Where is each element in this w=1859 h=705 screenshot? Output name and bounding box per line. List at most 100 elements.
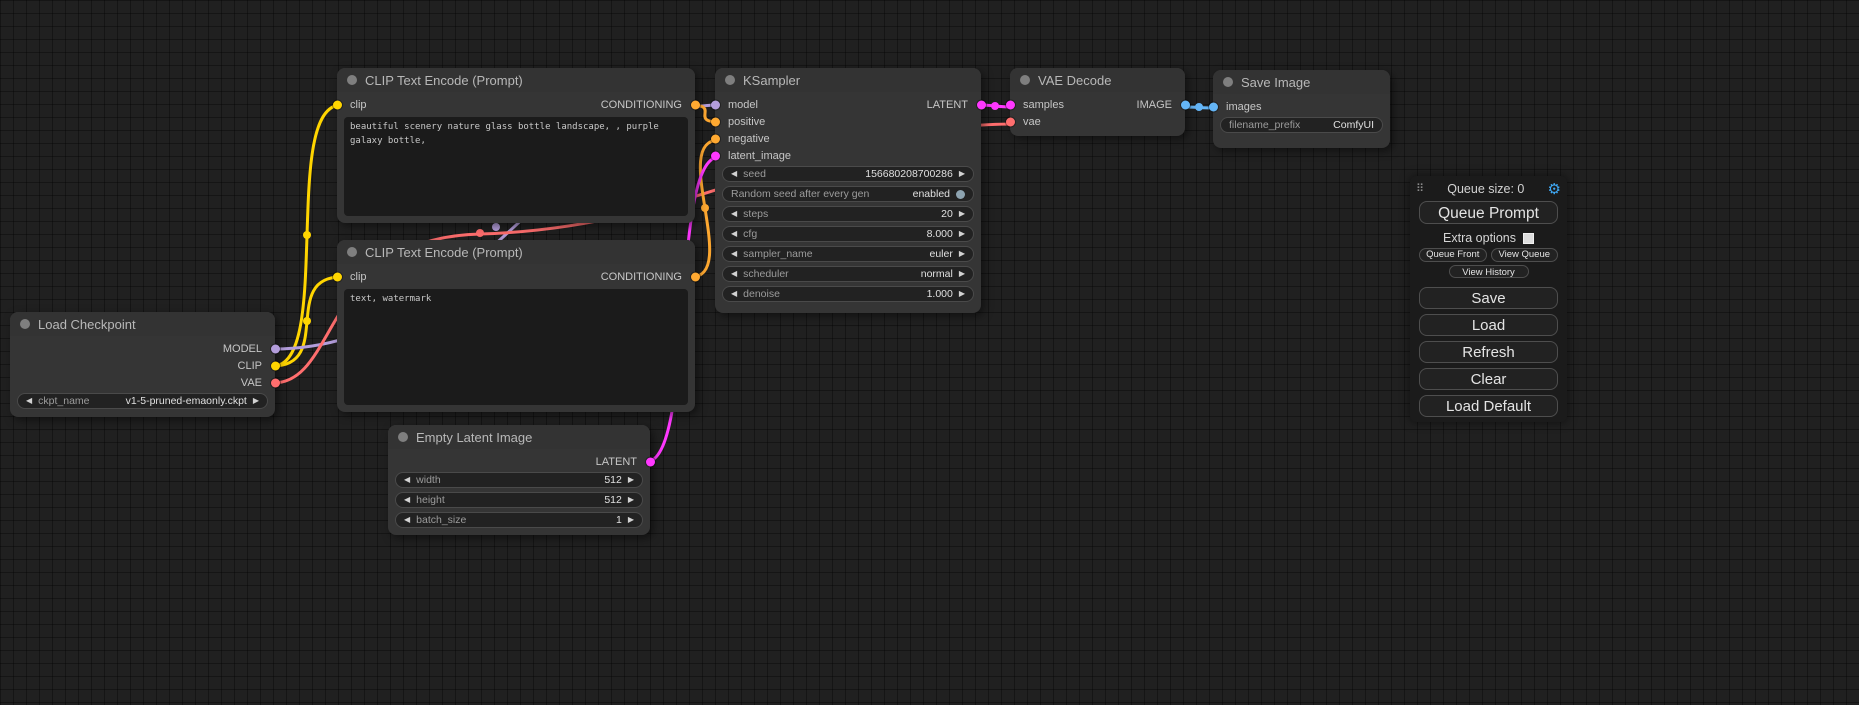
increment-arrow-icon[interactable]: ▶ <box>959 230 965 238</box>
increment-arrow-icon[interactable]: ▶ <box>959 290 965 298</box>
decrement-arrow-icon[interactable]: ◀ <box>731 170 737 178</box>
input-slot-clip[interactable] <box>333 100 342 109</box>
widget-filename-prefix[interactable]: filename_prefix ComfyUI <box>1220 117 1383 133</box>
input-slot-vae[interactable] <box>1006 117 1015 126</box>
output-label-conditioning: CONDITIONING <box>601 271 682 283</box>
node-title: Save Image <box>1241 75 1310 90</box>
increment-arrow-icon[interactable]: ▶ <box>959 270 965 278</box>
node-header[interactable]: Save Image <box>1213 70 1390 94</box>
load-button[interactable]: Load <box>1419 314 1558 336</box>
decrement-arrow-icon[interactable]: ◀ <box>26 397 32 405</box>
slot-row: model LATENT <box>715 96 981 113</box>
widget-steps[interactable]: ◀ steps 20 ▶ <box>722 206 974 222</box>
view-queue-button[interactable]: View Queue <box>1491 248 1559 262</box>
collapse-dot-icon[interactable] <box>1223 77 1233 87</box>
increment-arrow-icon[interactable]: ▶ <box>959 250 965 258</box>
extra-options-checkbox[interactable] <box>1523 233 1534 244</box>
decrement-arrow-icon[interactable]: ◀ <box>731 270 737 278</box>
clear-button[interactable]: Clear <box>1419 368 1558 390</box>
decrement-arrow-icon[interactable]: ◀ <box>404 516 410 524</box>
widget-sampler-name[interactable]: ◀ sampler_name euler ▶ <box>722 246 974 262</box>
output-slot-latent[interactable] <box>977 100 986 109</box>
node-clip-text-encode-positive[interactable]: CLIP Text Encode (Prompt) clip CONDITION… <box>337 68 695 223</box>
input-slot-samples[interactable] <box>1006 100 1015 109</box>
collapse-dot-icon[interactable] <box>20 319 30 329</box>
node-graph-canvas[interactable]: Load Checkpoint MODEL CLIP VAE ◀ ckpt_na… <box>0 0 1859 705</box>
toggle-dot-icon[interactable] <box>956 190 965 199</box>
drag-handle-icon[interactable]: ⠿ <box>1416 184 1424 195</box>
output-slot-conditioning[interactable] <box>691 272 700 281</box>
load-default-button[interactable]: Load Default <box>1419 395 1558 417</box>
refresh-button[interactable]: Refresh <box>1419 341 1558 363</box>
collapse-dot-icon[interactable] <box>347 247 357 257</box>
increment-arrow-icon[interactable]: ▶ <box>959 170 965 178</box>
widget-label: filename_prefix <box>1229 119 1300 131</box>
queue-prompt-button[interactable]: Queue Prompt <box>1419 201 1558 224</box>
widget-scheduler[interactable]: ◀ scheduler normal ▶ <box>722 266 974 282</box>
input-slot-positive[interactable] <box>711 117 720 126</box>
collapse-dot-icon[interactable] <box>398 432 408 442</box>
node-header[interactable]: CLIP Text Encode (Prompt) <box>337 240 695 264</box>
node-clip-text-encode-negative[interactable]: CLIP Text Encode (Prompt) clip CONDITION… <box>337 240 695 412</box>
widget-height[interactable]: ◀ height 512 ▶ <box>395 492 643 508</box>
link-midpoint-dot <box>1195 103 1203 111</box>
node-vae-decode[interactable]: VAE Decode samples IMAGE vae <box>1010 68 1185 136</box>
collapse-dot-icon[interactable] <box>1020 75 1030 85</box>
input-label-samples: samples <box>1023 99 1064 111</box>
node-title: Load Checkpoint <box>38 317 136 332</box>
node-header[interactable]: CLIP Text Encode (Prompt) <box>337 68 695 92</box>
output-slot-clip[interactable] <box>271 361 280 370</box>
extra-options-label: Extra options <box>1443 231 1516 245</box>
decrement-arrow-icon[interactable]: ◀ <box>731 250 737 258</box>
save-button[interactable]: Save <box>1419 287 1558 309</box>
node-empty-latent-image[interactable]: Empty Latent Image LATENT ◀ width 512 ▶ … <box>388 425 650 535</box>
widget-denoise[interactable]: ◀ denoise 1.000 ▶ <box>722 286 974 302</box>
node-save-image[interactable]: Save Image images filename_prefix ComfyU… <box>1213 70 1390 148</box>
input-slot-negative[interactable] <box>711 134 720 143</box>
widget-cfg[interactable]: ◀ cfg 8.000 ▶ <box>722 226 974 242</box>
input-label-images: images <box>1226 101 1261 113</box>
node-header[interactable]: KSampler <box>715 68 981 92</box>
output-slot-latent[interactable] <box>646 457 655 466</box>
node-load-checkpoint[interactable]: Load Checkpoint MODEL CLIP VAE ◀ ckpt_na… <box>10 312 275 417</box>
input-label-clip: clip <box>350 99 367 111</box>
input-slot-model[interactable] <box>711 100 720 109</box>
output-slot-model[interactable] <box>271 344 280 353</box>
output-slot-conditioning[interactable] <box>691 100 700 109</box>
output-label-clip: CLIP <box>238 360 262 372</box>
node-header[interactable]: VAE Decode <box>1010 68 1185 92</box>
decrement-arrow-icon[interactable]: ◀ <box>731 210 737 218</box>
widget-seed[interactable]: ◀ seed 156680208700286 ▶ <box>722 166 974 182</box>
prompt-textarea[interactable]: text, watermark <box>344 289 688 405</box>
decrement-arrow-icon[interactable]: ◀ <box>404 496 410 504</box>
increment-arrow-icon[interactable]: ▶ <box>628 516 634 524</box>
decrement-arrow-icon[interactable]: ◀ <box>731 290 737 298</box>
collapse-dot-icon[interactable] <box>347 75 357 85</box>
increment-arrow-icon[interactable]: ▶ <box>628 496 634 504</box>
input-slot-latent-image[interactable] <box>711 151 720 160</box>
widget-ckpt-name[interactable]: ◀ ckpt_name v1-5-pruned-emaonly.ckpt ▶ <box>17 393 268 409</box>
node-header[interactable]: Load Checkpoint <box>10 312 275 336</box>
node-ksampler[interactable]: KSampler model LATENT positive negative … <box>715 68 981 313</box>
view-history-button[interactable]: View History <box>1449 265 1529 278</box>
input-slot-images[interactable] <box>1209 102 1218 111</box>
decrement-arrow-icon[interactable]: ◀ <box>731 230 737 238</box>
input-label-vae: vae <box>1023 116 1041 128</box>
collapse-dot-icon[interactable] <box>725 75 735 85</box>
node-header[interactable]: Empty Latent Image <box>388 425 650 449</box>
widget-width[interactable]: ◀ width 512 ▶ <box>395 472 643 488</box>
output-slot-image[interactable] <box>1181 100 1190 109</box>
input-label-model: model <box>728 99 758 111</box>
increment-arrow-icon[interactable]: ▶ <box>959 210 965 218</box>
output-slot-vae[interactable] <box>271 378 280 387</box>
decrement-arrow-icon[interactable]: ◀ <box>404 476 410 484</box>
queue-front-button[interactable]: Queue Front <box>1419 248 1487 262</box>
output-row-vae: VAE <box>10 374 275 391</box>
settings-gear-icon[interactable]: ⚙ <box>1548 182 1561 197</box>
increment-arrow-icon[interactable]: ▶ <box>253 397 259 405</box>
prompt-textarea[interactable]: beautiful scenery nature glass bottle la… <box>344 117 688 216</box>
increment-arrow-icon[interactable]: ▶ <box>628 476 634 484</box>
widget-batch-size[interactable]: ◀ batch_size 1 ▶ <box>395 512 643 528</box>
input-slot-clip[interactable] <box>333 272 342 281</box>
widget-random-seed-toggle[interactable]: Random seed after every gen enabled <box>722 186 974 202</box>
